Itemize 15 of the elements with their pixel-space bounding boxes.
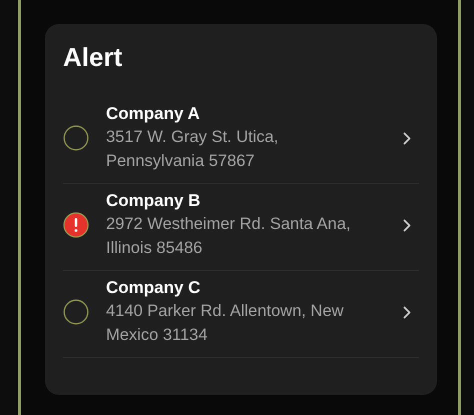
radio-circle[interactable] <box>63 125 89 151</box>
company-name: Company A <box>106 103 201 125</box>
company-item[interactable]: Company C 4140 Parker Rd. Allentown, New Mexico 31134 <box>63 271 419 358</box>
company-address: 4140 Parker Rd. Allentown, New Mexico 31134 <box>106 301 345 346</box>
company-address: 2972 Westheimer Rd. Santa Ana, Illinois 85486 <box>106 214 352 259</box>
chevron-right-icon <box>403 132 411 144</box>
radio-circle[interactable] <box>63 299 89 325</box>
chevron-right-icon <box>403 218 411 232</box>
chevron-right-icon <box>403 306 411 318</box>
company-name: Company B <box>106 190 202 212</box>
company-address: 3517 W. Gray St. Utica, Pennsylvania 57867 <box>106 127 280 172</box>
company-item[interactable]: Company B 2972 Westheimer Rd. Santa Ana, Illinois 85486 <box>63 184 419 271</box>
company-item[interactable]: Company A 3517 W. Gray St. Utica, Pennsylvania 57867 <box>63 97 419 184</box>
company-name: Company C <box>106 277 202 299</box>
card-title: Alert <box>63 42 124 73</box>
